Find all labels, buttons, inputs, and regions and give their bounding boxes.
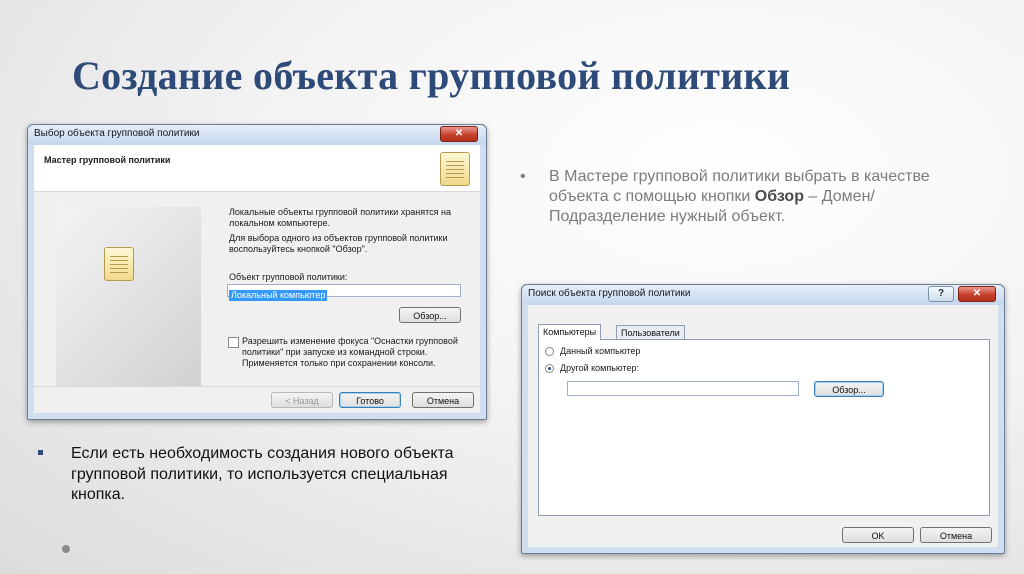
wizard-header: Мастер групповой политики	[34, 145, 480, 192]
gpo-field-value: Локальный компьютер	[229, 290, 328, 301]
browse-button[interactable]: Обзор...	[814, 381, 884, 397]
browse-button[interactable]: Обзор...	[399, 307, 461, 323]
bullet-text-bold: Обзор	[754, 188, 804, 205]
wizard-side-panel	[56, 207, 201, 407]
close-icon[interactable]: ✕	[440, 126, 478, 142]
other-computer-label: Другой компьютер:	[560, 363, 639, 373]
cancel-button[interactable]: Отмена	[412, 392, 474, 408]
dialog-titlebar: Поиск объекта групповой политики ? ✕	[522, 285, 1004, 305]
wizard-footer: < Назад Готово Отмена	[34, 386, 480, 413]
scroll-icon	[104, 247, 134, 281]
decorative-dot	[62, 545, 70, 553]
gpo-field-label: Объект групповой политики:	[229, 272, 348, 282]
ok-button[interactable]: OK	[842, 527, 914, 543]
bullet-dot: •	[520, 168, 526, 185]
wizard-header-title: Мастер групповой политики	[44, 155, 171, 165]
browse-body: Компьютеры Пользователи Данный компьютер…	[528, 305, 998, 547]
description-local: Локальные объекты групповой политики хра…	[229, 207, 452, 228]
dialog-title: Выбор объекта групповой политики	[34, 128, 200, 139]
bullet-square-icon	[38, 450, 43, 455]
tab-users[interactable]: Пользователи	[616, 325, 685, 340]
bullet-text: В Мастере групповой политики выбрать в к…	[549, 167, 959, 227]
slide-title: Создание объекта групповой политики	[72, 53, 791, 98]
description-browse: Для выбора одного из объектов групповой …	[229, 233, 448, 254]
browse-gpo-dialog: Поиск объекта групповой политики ? ✕ Ком…	[521, 284, 1005, 554]
gpo-field[interactable]: Локальный компьютер	[227, 284, 461, 301]
dialog-title: Поиск объекта групповой политики	[528, 288, 691, 299]
computers-tab-pane: Данный компьютер Другой компьютер: Обзор…	[538, 339, 990, 516]
allow-focus-checkbox[interactable]	[228, 337, 239, 348]
close-icon[interactable]: ✕	[958, 286, 996, 302]
bullet-text: Если есть необходимость создания нового …	[71, 445, 454, 503]
allow-focus-label: Разрешить изменение фокуса "Оснастки гру…	[242, 336, 458, 368]
computer-name-input[interactable]	[567, 381, 799, 396]
other-computer-radio[interactable]	[545, 364, 554, 373]
tab-computers[interactable]: Компьютеры	[538, 324, 602, 340]
this-computer-radio[interactable]	[545, 347, 554, 356]
back-button[interactable]: < Назад	[271, 392, 333, 408]
cancel-button[interactable]: Отмена	[920, 527, 992, 543]
this-computer-label: Данный компьютер	[560, 346, 641, 356]
dialog-titlebar: Выбор объекта групповой политики ✕	[28, 125, 486, 145]
finish-button[interactable]: Готово	[339, 392, 401, 408]
wizard-body: Мастер групповой политики Локальные объе…	[34, 145, 480, 413]
scroll-icon	[440, 152, 470, 186]
group-policy-wizard-dialog: Выбор объекта групповой политики ✕ Масте…	[27, 124, 487, 420]
help-icon[interactable]: ?	[928, 286, 954, 302]
